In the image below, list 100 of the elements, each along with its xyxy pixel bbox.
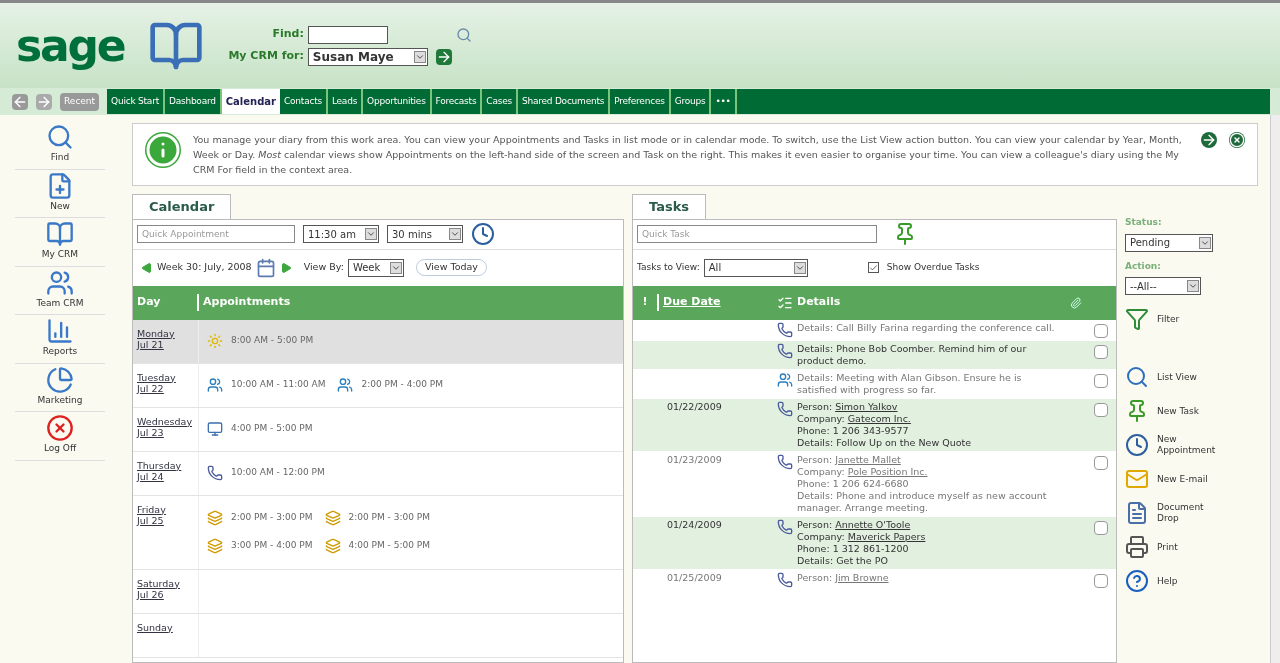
action-button[interactable]: Filter — [1125, 307, 1245, 331]
layers-icon — [207, 510, 223, 526]
date-link[interactable]: Jul 26 — [137, 588, 194, 600]
day-link[interactable]: Wednesday — [137, 415, 194, 427]
appointment-time[interactable]: 8:00 AM - 5:00 PM — [231, 334, 314, 348]
task-detail: Person: Simon Yalkov — [797, 400, 899, 413]
nav-tab[interactable]: Groups — [670, 89, 712, 114]
task-checkbox[interactable] — [1094, 323, 1108, 338]
nav-tab[interactable]: Preferences — [610, 89, 671, 114]
task-link[interactable]: Pole Position Inc. — [847, 465, 928, 477]
forward-icon[interactable] — [36, 93, 52, 110]
appointment-time[interactable]: 2:00 PM - 3:00 PM — [231, 511, 313, 525]
sidebar-item[interactable]: Find — [15, 123, 105, 170]
date-link[interactable]: Jul 23 — [137, 426, 194, 438]
go-icon[interactable] — [435, 48, 452, 65]
caret-icon — [1187, 280, 1199, 292]
search-icon[interactable] — [455, 26, 472, 43]
view-by-select[interactable]: Week — [347, 258, 404, 277]
quick-appointment-field[interactable]: Quick Appointment — [137, 225, 295, 243]
nav-tab[interactable]: Shared Documents — [517, 89, 611, 114]
back-icon[interactable] — [12, 93, 28, 110]
action-button[interactable]: New Appointment — [1125, 433, 1245, 457]
calendar-tab[interactable]: Calendar — [132, 194, 232, 219]
close-icon[interactable] — [1229, 132, 1245, 148]
day-link[interactable]: Monday — [137, 327, 194, 339]
task-link[interactable]: Maverick Papers — [847, 530, 926, 542]
appointment-time[interactable]: 2:00 PM - 4:00 PM — [361, 378, 443, 392]
search-icon — [1125, 365, 1149, 389]
collapse-icon[interactable] — [1201, 132, 1217, 148]
day-link[interactable]: Saturday — [137, 577, 194, 589]
time-select[interactable]: 11:30 am — [303, 225, 379, 243]
nav-tab[interactable]: Quick Start — [107, 89, 165, 114]
nav-tab[interactable]: Calendar — [221, 89, 280, 114]
appointment-time[interactable]: 4:00 PM - 5:00 PM — [348, 539, 430, 553]
nav-tab[interactable]: Forecasts — [431, 89, 483, 114]
task-detail: Details: Get the PO — [797, 554, 889, 567]
day-link[interactable]: Sunday — [137, 621, 194, 633]
sidebar-item[interactable]: Log Off — [15, 414, 105, 461]
table-header: Day Appointments — [133, 285, 623, 320]
nav-tab[interactable]: Cases — [482, 89, 518, 114]
nav-tab[interactable]: ••• — [711, 89, 737, 114]
nav-tab[interactable]: Opportunities — [363, 89, 432, 114]
appointment-time[interactable]: 10:00 AM - 11:00 AM — [231, 378, 326, 392]
sidebar-item[interactable]: Reports — [15, 317, 105, 364]
duration-select[interactable]: 30 mins — [387, 225, 463, 243]
quick-task-field[interactable]: Quick Task — [637, 225, 877, 243]
overdue-checkbox[interactable] — [867, 262, 879, 273]
task-link[interactable]: Annette O'Toole — [835, 518, 911, 530]
action-button[interactable]: New E-mail — [1125, 467, 1245, 491]
appointment-time[interactable]: 10:00 AM - 12:00 PM — [231, 466, 325, 480]
scrollbar[interactable] — [1270, 115, 1280, 663]
action-button[interactable]: List View — [1125, 365, 1245, 389]
find-field[interactable] — [307, 25, 388, 44]
task-checkbox[interactable] — [1094, 520, 1108, 535]
date-link[interactable]: Jul 21 — [137, 338, 194, 350]
user-select[interactable]: Susan Maye — [307, 47, 428, 66]
tasks-to-view-select[interactable]: All — [703, 258, 808, 277]
appointment-time[interactable]: 3:00 PM - 4:00 PM — [231, 539, 313, 553]
action-button[interactable]: Document Drop — [1125, 501, 1245, 525]
appointment-time[interactable]: 4:00 PM - 5:00 PM — [231, 422, 313, 436]
sidebar-item[interactable]: Marketing — [15, 365, 105, 412]
day-link[interactable]: Thursday — [137, 459, 194, 471]
day-link[interactable]: Friday — [137, 503, 194, 515]
task-detail: Phone: 1 312 861-1200 — [797, 542, 910, 555]
sidebar-item[interactable]: Team CRM — [15, 268, 105, 315]
date-link[interactable]: Jul 24 — [137, 470, 194, 482]
sun-icon — [207, 333, 223, 349]
calendar-icon[interactable] — [255, 257, 276, 278]
action-button[interactable]: New Task — [1125, 399, 1245, 423]
action-select[interactable]: --All-- — [1125, 277, 1201, 295]
action-button[interactable]: Help — [1125, 569, 1245, 593]
paperclip-icon — [1070, 296, 1082, 309]
task-link[interactable]: Jim Browne — [835, 571, 889, 583]
task-row[interactable]: 01/24/2009 Person: Annette O'Toole Company: Maverick Papers Phone: 1 312 861-1200 Details: Get the PO — [633, 516, 1116, 570]
task-checkbox[interactable] — [1094, 573, 1108, 588]
task-checkbox[interactable] — [1094, 344, 1108, 359]
task-link[interactable]: Gatecom Inc. — [847, 412, 911, 424]
task-checkbox[interactable] — [1094, 402, 1108, 417]
tasks-tab[interactable]: Tasks — [632, 194, 707, 219]
action-button[interactable]: Print — [1125, 535, 1245, 559]
due-date: 01/23/2009 — [666, 453, 723, 467]
task-link[interactable]: Janette Mallet — [835, 453, 901, 465]
sidebar-item[interactable]: My CRM — [15, 220, 105, 267]
task-row[interactable]: 01/22/2009 Person: Simon Yalkov Company: Gatecom Inc. Phone: 1 206 343-9577 Details: Follow Up on the New Quote — [633, 398, 1116, 452]
nav-tab[interactable]: Contacts — [280, 89, 328, 114]
nav-tab[interactable]: Leads — [327, 89, 364, 114]
task-link[interactable]: Simon Yalkov — [835, 400, 898, 412]
appointment-time[interactable]: 2:00 PM - 3:00 PM — [348, 511, 430, 525]
clock-icon[interactable] — [471, 222, 495, 246]
date-link[interactable]: Jul 22 — [137, 382, 194, 394]
next-icon[interactable] — [279, 261, 292, 274]
day-link[interactable]: Tuesday — [137, 371, 194, 383]
due-date: 01/22/2009 — [666, 400, 723, 414]
date-link[interactable]: Jul 25 — [137, 514, 194, 526]
status-select[interactable]: Pending — [1125, 233, 1213, 252]
task-checkbox[interactable] — [1094, 455, 1108, 470]
sidebar-item[interactable]: New — [15, 171, 105, 218]
previous-icon[interactable] — [141, 261, 153, 274]
task-row[interactable]: Details: Phone Bob Coomber. Remind him of our product demo. — [633, 340, 1116, 370]
task-checkbox[interactable] — [1094, 373, 1108, 388]
